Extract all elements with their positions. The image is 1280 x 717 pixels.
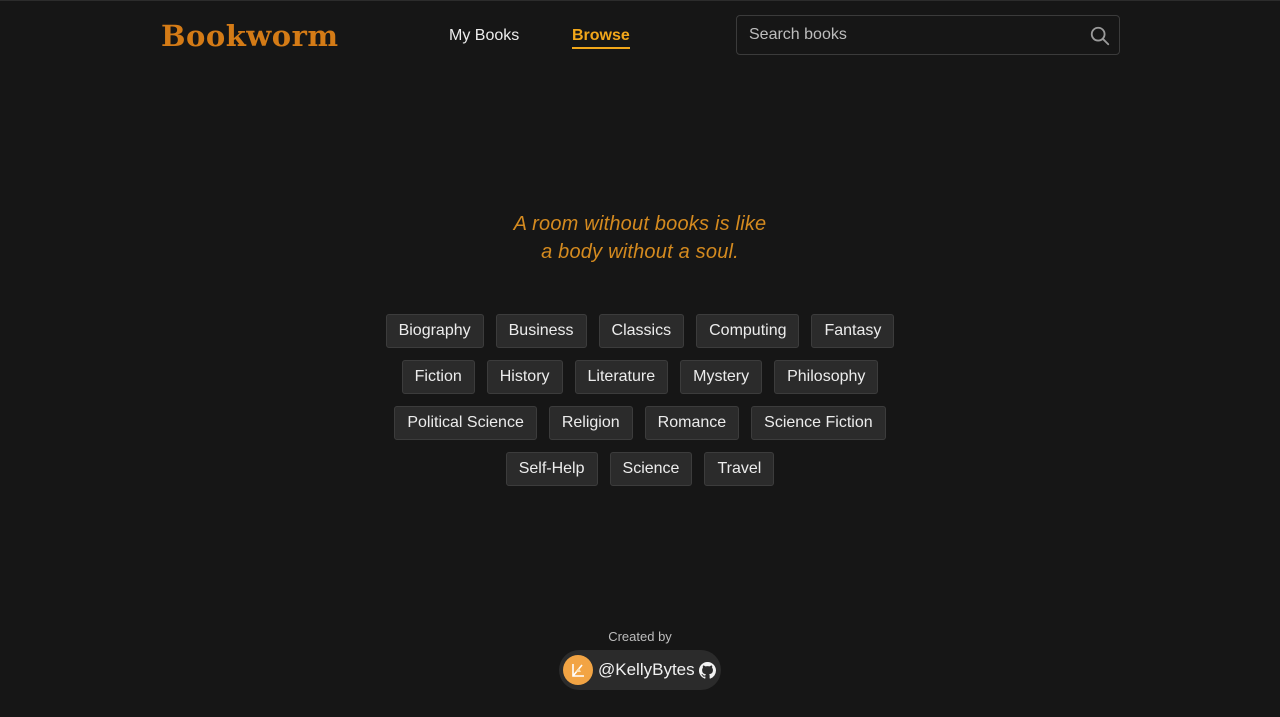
avatar	[563, 655, 593, 685]
quote: A room without books is like a body with…	[0, 210, 1280, 266]
genre-chip-romance[interactable]: Romance	[644, 406, 740, 440]
genre-chip-political-science[interactable]: Political Science	[394, 406, 537, 440]
genre-chip-classics[interactable]: Classics	[598, 314, 685, 348]
search-box	[736, 15, 1120, 55]
page: Bookworm My Books Browse A room without …	[0, 0, 1280, 717]
genre-chip-business[interactable]: Business	[495, 314, 587, 348]
quote-line-2: a body without a soul.	[541, 241, 739, 263]
genre-chip-science-fiction[interactable]: Science Fiction	[751, 406, 886, 440]
genre-chip-fiction[interactable]: Fiction	[401, 360, 475, 394]
genre-chip-religion[interactable]: Religion	[548, 406, 633, 440]
genre-chip-biography[interactable]: Biography	[385, 314, 484, 348]
genre-chip-literature[interactable]: Literature	[574, 360, 669, 394]
genre-chip-travel[interactable]: Travel	[704, 452, 775, 486]
author-link[interactable]: @KellyBytes	[559, 650, 721, 690]
genre-chip-philosophy[interactable]: Philosophy	[774, 360, 879, 394]
genre-list: Biography Business Classics Computing Fa…	[370, 314, 910, 486]
genre-chip-computing[interactable]: Computing	[696, 314, 800, 348]
genre-chip-history[interactable]: History	[486, 360, 563, 394]
nav-browse-link[interactable]: Browse	[572, 26, 630, 49]
logo[interactable]: Bookworm	[161, 18, 339, 54]
genre-chip-science[interactable]: Science	[609, 452, 693, 486]
genre-chip-fantasy[interactable]: Fantasy	[811, 314, 895, 348]
github-icon	[698, 661, 716, 679]
search-input[interactable]	[737, 16, 1077, 54]
avatar-logo-icon	[572, 664, 584, 677]
search-icon[interactable]	[1089, 25, 1111, 47]
quote-line-1: A room without books is like	[513, 213, 767, 235]
author-name: @KellyBytes	[598, 660, 695, 679]
nav-my-books-link[interactable]: My Books	[449, 26, 519, 46]
created-by-label: Created by	[608, 629, 672, 644]
genre-chip-mystery[interactable]: Mystery	[680, 360, 763, 394]
genre-chip-self-help[interactable]: Self-Help	[505, 452, 598, 486]
